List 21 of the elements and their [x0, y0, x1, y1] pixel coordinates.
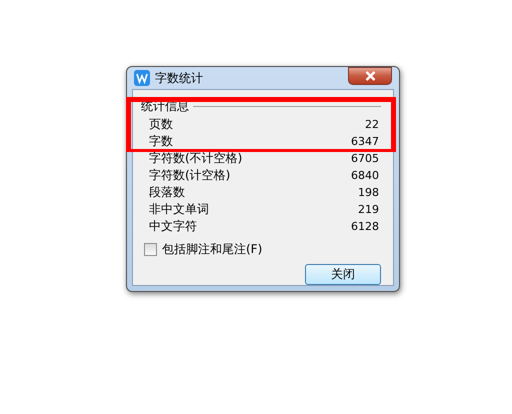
- stat-value: 22: [365, 118, 379, 131]
- stat-label: 中文字符: [149, 220, 197, 233]
- close-button[interactable]: [348, 67, 392, 85]
- stat-label: 字符数(不计空格): [149, 152, 242, 165]
- stat-label: 字符数(计空格): [149, 169, 230, 182]
- stat-value: 6128: [351, 220, 379, 233]
- close-dialog-button[interactable]: 关闭: [305, 264, 381, 285]
- stat-value: 198: [358, 186, 379, 199]
- stat-value: 6705: [351, 152, 379, 165]
- window-title: 字数统计: [155, 70, 203, 86]
- stat-value: 219: [358, 203, 379, 216]
- checkbox-label[interactable]: 包括脚注和尾注(F): [162, 241, 262, 258]
- checkbox[interactable]: [144, 243, 157, 256]
- close-icon: [364, 71, 376, 81]
- stat-label: 段落数: [149, 186, 185, 199]
- stat-label: 页数: [149, 118, 173, 131]
- app-logo-icon: [134, 70, 150, 86]
- stat-value: 6347: [351, 135, 379, 148]
- stat-label: 非中文单词: [149, 203, 209, 216]
- stat-value: 6840: [351, 169, 379, 182]
- stat-label: 字数: [149, 135, 173, 148]
